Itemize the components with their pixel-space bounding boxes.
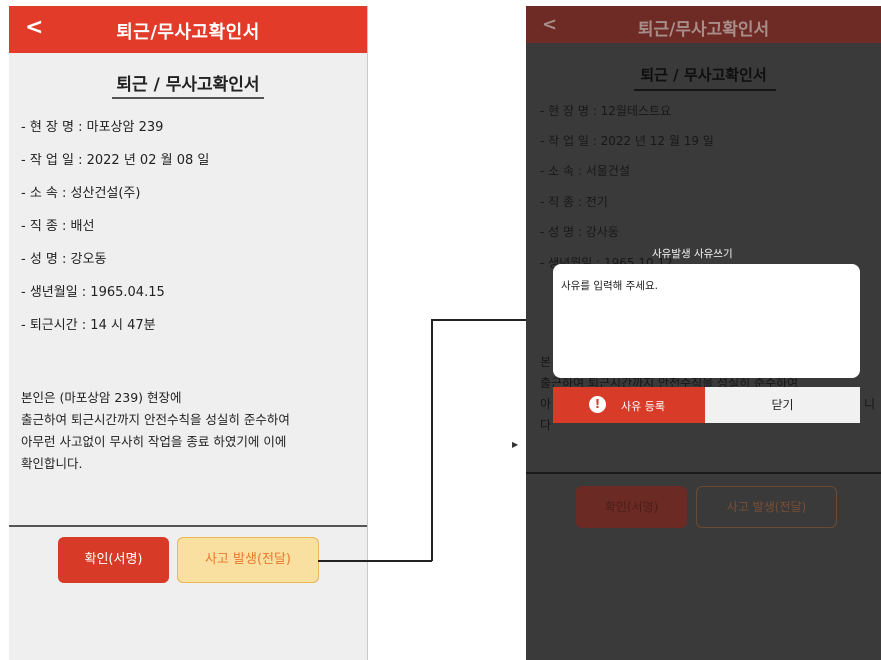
warning-icon: ! (589, 396, 606, 413)
confirmation-paragraph: 본인은 (마포상암 239) 현장에 출근하여 퇴근시간까지 안전수칙을 성실히… (21, 387, 341, 475)
title-underline (112, 97, 264, 99)
register-reason-label: 사유 등록 (621, 400, 665, 413)
header-title: 퇴근/무사고확인서 (637, 20, 770, 40)
header-title: 퇴근/무사고확인서 (116, 22, 260, 43)
paragraph-line: 확인합니다. (21, 456, 83, 471)
paragraph-line: 아무런 사고없이 무사히 작업을 종료 하였기에 이에 (21, 434, 287, 449)
field-job-type: - 직 종 : 배선 (21, 219, 95, 234)
field-site-name: - 현 장 명 : 12월테스트요 (540, 104, 672, 118)
right-phone-screen: < 퇴근/무사고확인서 퇴근 / 무사고확인서 - 현 장 명 : 12월테스트… (526, 6, 881, 660)
reason-input[interactable] (561, 280, 851, 292)
connector-line (431, 320, 433, 561)
divider (526, 472, 881, 474)
report-accident-button[interactable]: 사고 발생(전달) (177, 537, 319, 583)
left-phone-screen: < 퇴근/무사고확인서 퇴근 / 무사고확인서 - 현 장 명 : 마포상암 2… (9, 6, 368, 660)
field-site-name: - 현 장 명 : 마포상암 239 (21, 120, 164, 135)
field-work-date: - 작 업 일 : 2022 년 02 월 08 일 (21, 153, 210, 168)
field-leave-time: - 퇴근시간 : 14 시 47분 (21, 318, 156, 333)
arrow-marker-icon: ▶ (512, 440, 519, 449)
register-reason-button[interactable]: ! 사유 등록 (553, 387, 705, 423)
document-title: 퇴근 / 무사고확인서 (640, 66, 767, 84)
field-job-type: - 직 종 : 전기 (540, 195, 608, 209)
report-accident-button: 사고 발생(전달) (696, 486, 837, 528)
close-dialog-button[interactable]: 닫기 (705, 387, 860, 423)
field-name: - 성 명 : 강사동 (540, 225, 619, 239)
dialog-title: 사유발생 사유쓰기 (652, 248, 733, 260)
confirm-sign-button: 확인(서명) (576, 486, 687, 528)
confirm-sign-button[interactable]: 확인(서명) (58, 537, 169, 583)
app-header: < 퇴근/무사고확인서 (9, 6, 367, 53)
paragraph-line: 본인은 (마포상암 239) 현장에 (21, 390, 182, 405)
divider (9, 525, 367, 527)
connector-line (318, 560, 432, 562)
field-name: - 성 명 : 강오동 (21, 252, 107, 267)
field-work-date: - 작 업 일 : 2022 년 12 월 19 일 (540, 134, 714, 148)
document-title: 퇴근 / 무사고확인서 (116, 75, 260, 95)
app-header: < 퇴근/무사고확인서 (526, 6, 881, 43)
reason-dialog (553, 264, 860, 378)
paragraph-fragment: 니 (864, 397, 876, 411)
field-company: - 소 속 : 서울건설 (540, 164, 630, 178)
paragraph-line: 출근하여 퇴근시간까지 안전수칙을 성실히 준수하여 (21, 412, 290, 427)
field-birth-date: - 생년월일 : 1965.04.15 (21, 285, 165, 300)
field-company: - 소 속 : 성산건설(주) (21, 186, 141, 201)
title-underline (634, 89, 776, 91)
